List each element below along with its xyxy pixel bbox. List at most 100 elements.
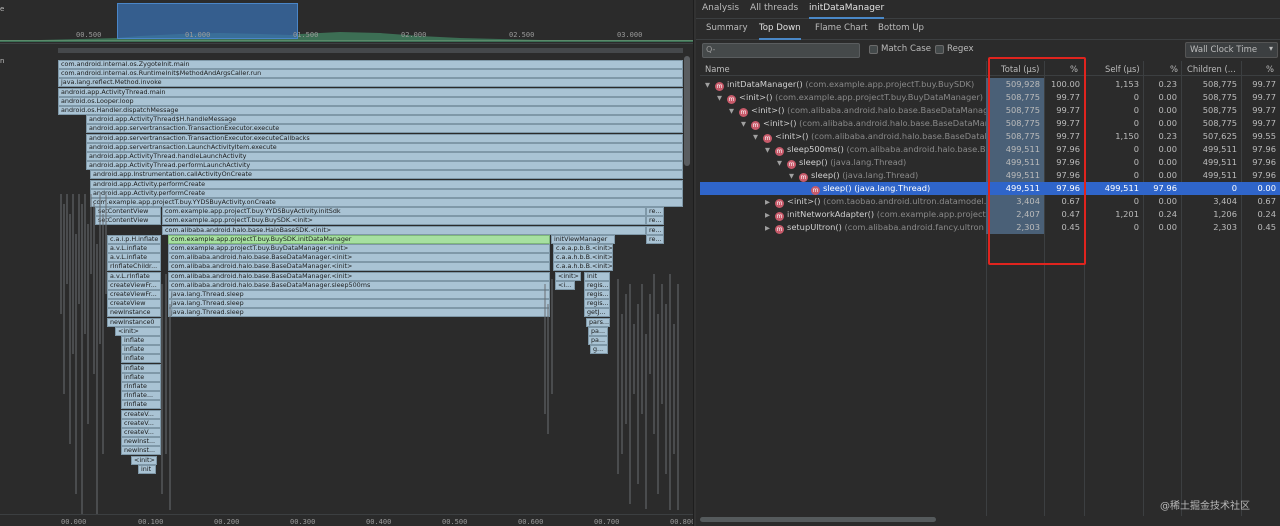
minimap-tick: 02.500	[509, 31, 535, 39]
col-children[interactable]: Children (...	[1187, 64, 1236, 74]
flame-frame[interactable]: android.app.servertransaction.Transactio…	[86, 124, 683, 134]
flame-frame[interactable]: com.alibaba.android.halo.base.BaseDataMa…	[168, 262, 550, 272]
flame-vertical-scrollbar[interactable]	[684, 56, 690, 166]
flame-frame[interactable]: com.example.app.projectT.buy.YYDSBuyActi…	[90, 198, 683, 207]
flame-frame[interactable]: com.example.app.projectT.buy.BuySDK.<ini…	[162, 216, 646, 226]
flame-frame[interactable]: java.lang.Thread.sleep	[168, 299, 550, 309]
tab-flame-chart[interactable]: Flame Chart	[815, 23, 868, 40]
flame-frame[interactable]: com.alibaba.android.halo.base.BaseDataMa…	[168, 271, 550, 281]
flame-frame[interactable]: java.lang.reflect.Method.invoke	[58, 78, 683, 88]
method-icon: m	[775, 147, 784, 156]
flame-frame[interactable]: android.app.Instrumentation.callActivity…	[90, 170, 683, 180]
expand-arrow-icon[interactable]: ▼	[705, 80, 713, 91]
table-horizontal-scrollbar[interactable]	[700, 517, 936, 522]
flame-frame[interactable]: c.e.a.p.b.B.<init>	[553, 244, 613, 253]
flame-frame[interactable]: re...	[646, 234, 664, 244]
children-value: 508,775	[1202, 118, 1237, 128]
method-name-cell: ▼ m sleep500ms() (com.alibaba.android.halo…	[765, 144, 986, 156]
col-name[interactable]: Name	[705, 64, 730, 74]
flame-frame[interactable]: android.app.servertransaction.Transactio…	[86, 133, 683, 143]
flame-frame[interactable]: re...	[646, 207, 664, 217]
flame-frame[interactable]: newInst...	[121, 446, 161, 456]
flame-frame[interactable]: inflate	[121, 354, 161, 364]
flame-frame[interactable]: <init>	[115, 326, 161, 336]
flame-frame[interactable]: re...	[646, 225, 664, 235]
flame-frame[interactable]: java.lang.Thread.sleep	[168, 290, 550, 299]
expand-arrow-icon[interactable]: ▼	[789, 171, 797, 182]
expand-arrow-icon[interactable]: ▼	[729, 106, 737, 117]
flame-frame[interactable]: createV...	[121, 428, 161, 437]
flame-frame[interactable]: c.a.a.h.b.B.<init>	[553, 262, 613, 272]
tab-init-data-manager[interactable]: initDataManager	[809, 3, 885, 19]
flame-frame[interactable]: inflate	[121, 345, 161, 355]
flame-frame[interactable]: android.app.servertransaction.LaunchActi…	[86, 142, 683, 152]
col-self-pct[interactable]: %	[1170, 64, 1178, 74]
tab-top-down[interactable]: Top Down	[759, 23, 801, 40]
flame-frame[interactable]: android.app.ActivityThread.main	[58, 87, 683, 97]
expand-arrow-icon[interactable]: ▼	[717, 93, 725, 104]
tab-all-threads[interactable]: All threads	[750, 3, 798, 19]
flame-frame[interactable]: android.os.Handler.dispatchMessage	[58, 106, 683, 115]
match-case-checkbox[interactable]	[869, 45, 878, 54]
method-icon: m	[787, 160, 796, 169]
flame-frame[interactable]: android.app.ActivityThread$H.handleMessa…	[86, 115, 683, 125]
flame-header-bar	[58, 48, 683, 53]
flame-frame[interactable]: c.a.a.h.b.B.<init>	[553, 253, 613, 263]
children-value: 0	[1231, 183, 1237, 193]
regex-checkbox[interactable]	[935, 45, 944, 54]
method-package: (com.alibaba.android.halo.base.BaseDataM…	[799, 118, 986, 128]
flame-frame[interactable]: java.lang.Thread.sleep	[168, 308, 550, 318]
flame-frame[interactable]: com.alibaba.android.halo.base.HaloBaseSD…	[162, 225, 646, 235]
flame-frame[interactable]: init	[138, 464, 156, 474]
expand-arrow-icon[interactable]: ▼	[765, 145, 773, 156]
flame-frame[interactable]: com.example.app.projectT.buy.YYDSBuyActi…	[162, 207, 646, 217]
time-tick: 00.100	[138, 518, 164, 526]
flame-frame[interactable]: com.android.internal.os.ZygoteInit.main	[58, 60, 683, 69]
flame-frame[interactable]: initViewManager	[551, 234, 615, 244]
flame-frame[interactable]: android.app.ActivityThread.performLaunch…	[86, 161, 683, 171]
flame-frame[interactable]: re...	[646, 216, 664, 226]
collapse-arrow-icon[interactable]: ▶	[765, 210, 773, 221]
flame-frame[interactable]: inflate	[121, 372, 161, 382]
expand-arrow-icon[interactable]: ▼	[753, 132, 761, 143]
analysis-tabs: Analysis All threads initDataManager	[696, 0, 1280, 19]
flame-frame[interactable]: com.android.internal.os.RuntimeInit$Meth…	[58, 69, 683, 79]
flame-frame[interactable]: createV...	[121, 418, 161, 428]
time-tick: 00.700	[594, 518, 620, 526]
flame-frame[interactable]: android.app.Activity.performCreate	[90, 179, 683, 189]
flame-frame[interactable]: com.alibaba.android.halo.base.BaseDataMa…	[168, 253, 550, 263]
clock-type-select[interactable]: Wall Clock Time ▾	[1185, 42, 1278, 58]
method-name-cell: ▼ m <init>() (com.example.app.projectT.buy…	[717, 92, 986, 104]
col-self[interactable]: Self (μs)	[1105, 64, 1140, 74]
search-input[interactable]	[702, 43, 860, 58]
flame-frame[interactable]: createV...	[121, 409, 161, 419]
flame-frame[interactable]: rInflate	[121, 382, 161, 391]
flame-frame[interactable]: <init>	[131, 455, 157, 465]
flame-frame[interactable]: rInflate	[121, 400, 161, 410]
flame-frame[interactable]: newInst...	[121, 437, 161, 447]
children-value: 499,511	[1202, 144, 1237, 154]
expand-arrow-icon[interactable]: ▼	[741, 119, 749, 130]
self-value: 0	[1133, 92, 1139, 102]
tab-analysis[interactable]: Analysis	[702, 3, 739, 19]
timeline-minimap[interactable]: e 00.500 01.000 01.500 02.000 02.500 03.…	[0, 0, 693, 44]
flame-frame[interactable]: com.alibaba.android.halo.base.BaseDataMa…	[168, 280, 550, 290]
flame-frame[interactable]: com.example.app.projectT.buy.BuySDK.init…	[168, 234, 550, 244]
children-value: 499,511	[1202, 157, 1237, 167]
children-pct-value: 99.77	[1252, 105, 1276, 115]
flame-frame[interactable]: android.app.ActivityThread.handleLaunchA…	[86, 152, 683, 161]
collapse-arrow-icon[interactable]: ▶	[765, 223, 773, 234]
flame-frame[interactable]: inflate	[121, 363, 161, 373]
expand-arrow-icon[interactable]: ▼	[777, 158, 785, 169]
flame-frame[interactable]: android.app.Activity.performCreate	[90, 188, 683, 198]
self-value: 1,153	[1115, 79, 1139, 89]
tab-summary[interactable]: Summary	[706, 23, 748, 40]
flame-frame[interactable]: rInflate...	[121, 391, 161, 401]
col-children-pct[interactable]: %	[1266, 64, 1274, 74]
flame-frame[interactable]: android.os.Looper.loop	[58, 96, 683, 106]
flame-frame[interactable]: com.example.app.projectT.buy.BuyDataMana…	[168, 244, 550, 253]
flame-frame[interactable]: inflate	[121, 336, 161, 345]
flame-chart[interactable]: com.android.internal.os.ZygoteInit.main c…	[0, 44, 693, 514]
collapse-arrow-icon[interactable]: ▶	[765, 197, 773, 208]
tab-bottom-up[interactable]: Bottom Up	[878, 23, 924, 40]
